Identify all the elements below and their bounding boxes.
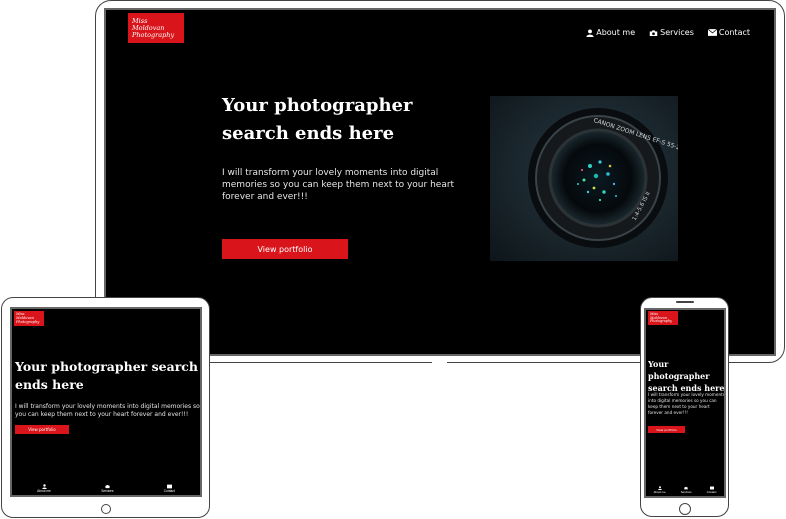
tablet-hero-subtitle: I will transform your lovely moments int… xyxy=(15,403,200,418)
phone-nav-about-label: About me xyxy=(653,490,666,494)
phone-hero-title: Your photographer search ends here xyxy=(648,359,725,393)
phone-nav-services-label: Services xyxy=(680,490,692,494)
tablet-nav-about[interactable]: About me xyxy=(37,484,51,495)
tablet-nav-contact-label: Contact xyxy=(163,489,175,493)
tablet-logo[interactable]: Miss Moldovan Photography xyxy=(14,311,44,326)
user-icon xyxy=(586,28,594,37)
tablet-hero-title: Your photographer search ends here xyxy=(15,359,198,392)
tablet-logo-line-2: Photography xyxy=(16,319,40,324)
logo-line-2: Photography xyxy=(132,30,175,39)
phone-bottom-nav: About me Services Contact xyxy=(646,486,724,496)
tablet-screen: Miss Moldovan Photography Your photograp… xyxy=(10,307,202,497)
phone-speaker xyxy=(676,301,694,303)
tablet-nav-services-label: Services xyxy=(101,489,114,493)
nav-about[interactable]: About me xyxy=(586,28,635,37)
logo-line-1: Miss Moldovan xyxy=(132,17,165,32)
tablet-home-button[interactable] xyxy=(101,504,111,514)
view-portfolio-button[interactable]: View portfolio xyxy=(222,239,348,259)
hero-title: Your photographer search ends here xyxy=(222,95,413,144)
camera-lens-photo: CANON ZOOM LENS EF-S 55-250mm 1:4-5.6 IS… xyxy=(490,96,678,261)
phone-nav-about[interactable]: About me xyxy=(654,486,666,496)
phone-logo-line-2: Photography xyxy=(650,319,672,324)
nav-about-label: About me xyxy=(596,28,636,37)
tablet-view-portfolio-button[interactable]: View portfolio xyxy=(15,425,69,434)
phone-hero-subtitle: I will transform your lovely moments int… xyxy=(648,392,725,415)
phone-nav-contact[interactable]: Contact xyxy=(706,486,717,496)
nav-services-label: Services xyxy=(660,28,694,37)
tablet-frame: Miss Moldovan Photography Your photograp… xyxy=(1,297,210,518)
hero-subtitle: I will transform your lovely moments int… xyxy=(222,168,455,202)
tablet-nav-services[interactable]: Services xyxy=(101,484,113,495)
monitor-stand-gap xyxy=(432,361,447,365)
phone-home-button[interactable] xyxy=(679,503,691,515)
phone-nav-services[interactable]: Services xyxy=(681,486,692,496)
phone-view-portfolio-button[interactable]: View portfolio xyxy=(648,426,685,433)
nav-contact[interactable]: Contact xyxy=(707,28,750,37)
tablet-nav-about-label: About me xyxy=(37,489,51,493)
nav-contact-label: Contact xyxy=(718,28,750,37)
phone-frame: Miss Moldovan Photography Your photograp… xyxy=(640,297,729,517)
tablet-nav-contact[interactable]: Contact xyxy=(164,484,175,495)
tablet-bottom-nav: About me Services Contact xyxy=(12,484,200,495)
phone-logo[interactable]: Miss Moldovan Photography xyxy=(648,311,678,325)
nav-services[interactable]: Services xyxy=(649,28,694,37)
camera-icon xyxy=(649,29,658,36)
envelope-icon xyxy=(707,29,717,36)
logo[interactable]: Miss Moldovan Photography xyxy=(128,13,184,43)
phone-nav-contact-label: Contact xyxy=(706,490,717,494)
top-nav: About me Services Contact xyxy=(586,28,750,37)
phone-screen: Miss Moldovan Photography Your photograp… xyxy=(644,308,726,498)
